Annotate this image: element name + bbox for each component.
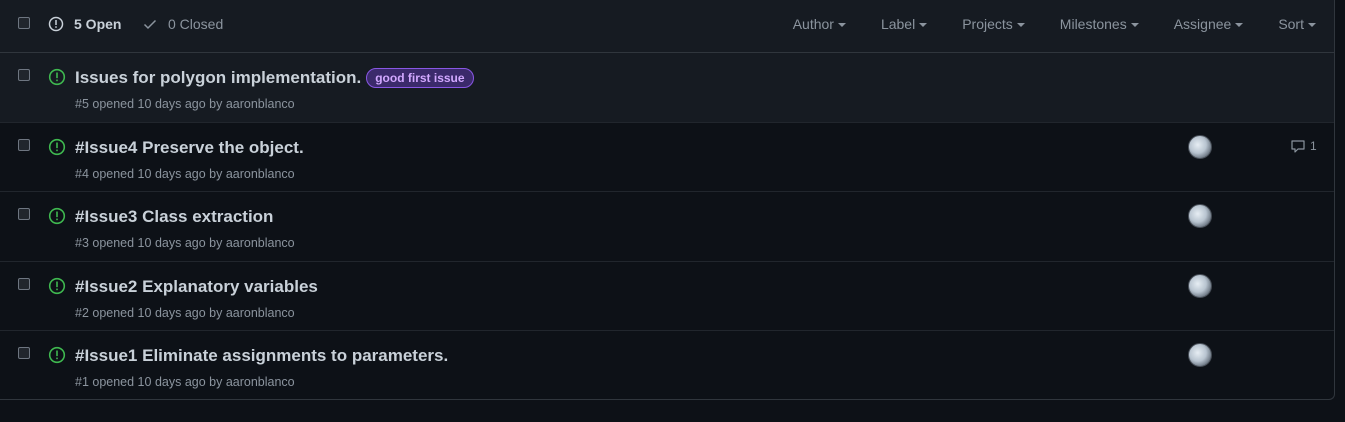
sort-filter-label: Sort: [1278, 16, 1304, 32]
check-icon: [143, 19, 157, 30]
caret-down-icon: [1235, 23, 1244, 27]
issue-opened-icon: [48, 277, 66, 294]
issue-title-link[interactable]: Issues for polygon implementation.: [75, 68, 361, 88]
filters-bar: Author Label Projects Milestones Assigne…: [758, 16, 1316, 32]
open-issues-tab[interactable]: 5 Open: [48, 16, 121, 32]
issue-meta: #1 opened 10 days ago by aaronblanco: [75, 375, 295, 389]
good-first-issue-label[interactable]: good first issue: [366, 68, 474, 88]
issue-title-link[interactable]: #Issue2 Explanatory variables: [75, 277, 318, 297]
issue-title-link[interactable]: #Issue4 Preserve the object.: [75, 138, 304, 158]
assignee-avatar[interactable]: [1188, 134, 1212, 159]
label-filter-label: Label: [880, 16, 916, 32]
assignee-filter[interactable]: Assignee: [1174, 16, 1244, 32]
assignee-avatar[interactable]: [1188, 343, 1212, 367]
milestones-filter[interactable]: Milestones: [1060, 16, 1139, 32]
issue-checkbox[interactable]: [18, 347, 30, 359]
issue-meta: #5 opened 10 days ago by aaronblanco: [75, 97, 295, 111]
projects-filter[interactable]: Projects: [962, 16, 1025, 32]
issue-row[interactable]: #Issue1 Eliminate assignments to paramet…: [0, 331, 1334, 399]
comment-count: 1: [1310, 138, 1317, 153]
issue-opened-icon: [48, 138, 66, 155]
assignee-avatar[interactable]: [1188, 204, 1212, 228]
issue-opened-icon: [48, 207, 66, 225]
author-filter[interactable]: Author: [793, 16, 846, 32]
comment-icon: [1291, 139, 1305, 153]
issue-title-link[interactable]: #Issue1 Eliminate assignments to paramet…: [75, 346, 448, 366]
assignee-avatar[interactable]: [1188, 273, 1212, 298]
issue-checkbox[interactable]: [18, 277, 30, 290]
projects-filter-label: Projects: [962, 16, 1013, 32]
issue-checkbox[interactable]: [18, 208, 30, 220]
issue-row[interactable]: #Issue4 Preserve the object. #4 opened 1…: [0, 123, 1334, 192]
closed-issues-tab[interactable]: 0 Closed: [142, 16, 223, 32]
closed-count-label: 0 Closed: [168, 16, 224, 32]
assignee-filter-label: Assignee: [1173, 16, 1232, 32]
label-filter[interactable]: Label: [880, 16, 928, 32]
caret-down-icon: [1016, 23, 1025, 27]
issue-row[interactable]: #Issue3 Class extraction #3 opened 10 da…: [0, 192, 1334, 262]
issue-meta: #2 opened 10 days ago by aaronblanco: [75, 305, 295, 320]
milestones-filter-label: Milestones: [1059, 16, 1127, 32]
issue-opened-icon: [48, 346, 66, 364]
issues-list: 5 Open 0 Closed Author Label Projects Mi…: [0, 0, 1335, 400]
author-filter-label: Author: [792, 16, 834, 32]
sort-filter[interactable]: Sort: [1278, 16, 1316, 32]
select-all-checkbox[interactable]: [18, 17, 30, 29]
caret-down-icon: [1130, 23, 1139, 27]
open-count-label: 5 Open: [74, 16, 122, 32]
caret-down-icon: [919, 23, 928, 27]
issue-row[interactable]: #Issue2 Explanatory variables #2 opened …: [0, 262, 1334, 331]
issue-meta: #3 opened 10 days ago by aaronblanco: [75, 236, 295, 250]
issue-opened-icon: [48, 16, 64, 32]
issue-opened-icon: [48, 68, 66, 86]
issue-row[interactable]: Issues for polygon implementation. good …: [0, 53, 1334, 123]
issue-checkbox[interactable]: [18, 138, 30, 151]
issue-title-link[interactable]: #Issue3 Class extraction: [75, 207, 273, 227]
caret-down-icon: [1308, 23, 1316, 27]
issues-list-header: 5 Open 0 Closed Author Label Projects Mi…: [0, 0, 1334, 53]
comment-count-link[interactable]: 1: [1290, 138, 1317, 154]
caret-down-icon: [837, 23, 846, 27]
issue-checkbox[interactable]: [18, 69, 30, 81]
issue-meta: #4 opened 10 days ago by aaronblanco: [75, 166, 295, 181]
